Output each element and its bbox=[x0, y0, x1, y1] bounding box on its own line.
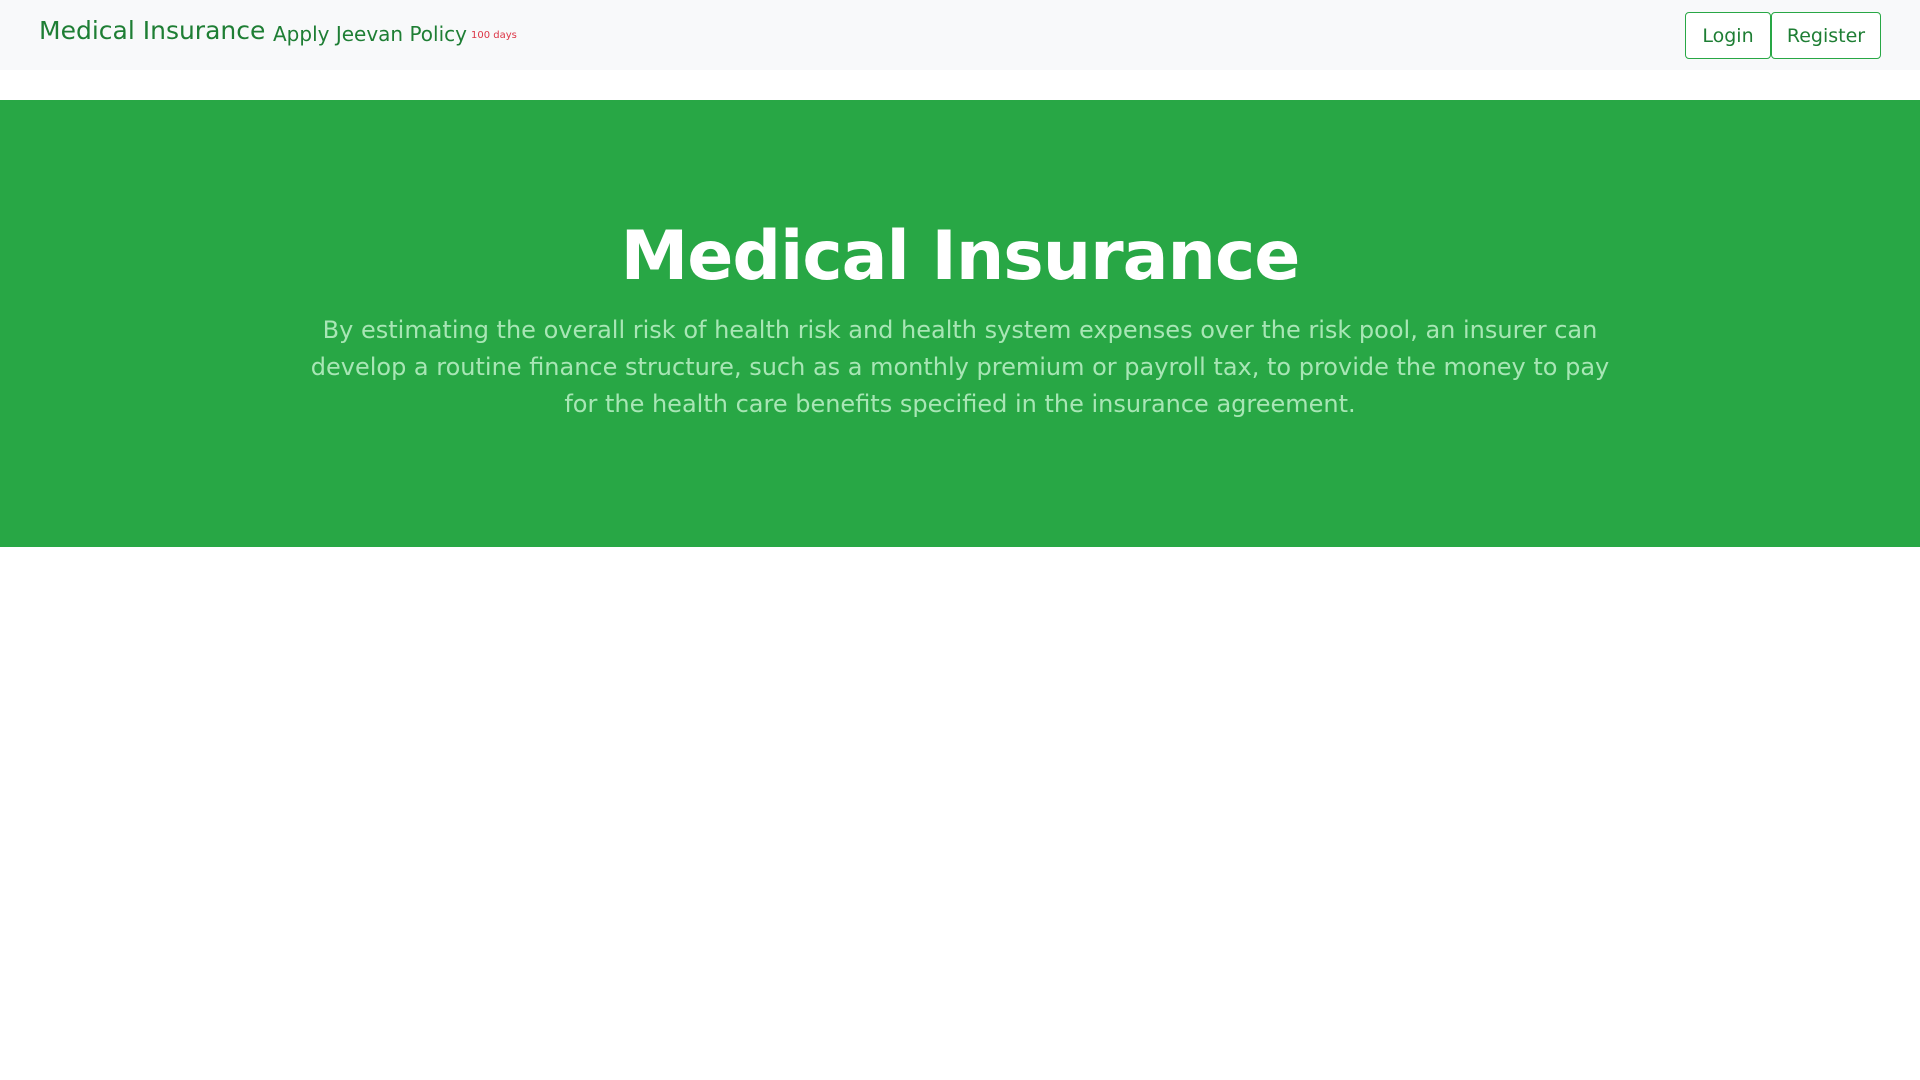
hero-title: Medical Insurance bbox=[620, 217, 1301, 296]
login-button[interactable]: Login bbox=[1685, 12, 1771, 59]
register-button[interactable]: Register bbox=[1771, 12, 1881, 59]
hero-description: By estimating the overall risk of health… bbox=[310, 316, 1610, 418]
days-badge: 100 days bbox=[470, 30, 517, 41]
apply-jeevan-policy-label: Apply Jeevan Policy bbox=[273, 22, 467, 46]
brand-link[interactable]: Medical Insurance bbox=[39, 16, 265, 45]
apply-jeevan-policy-link[interactable]: Apply Jeevan Policy 100 days bbox=[273, 22, 517, 46]
top-navbar: Medical Insurance Apply Jeevan Policy 100… bbox=[0, 0, 1920, 70]
hero-jumbotron: Medical Insurance By estimating the over… bbox=[0, 100, 1920, 547]
